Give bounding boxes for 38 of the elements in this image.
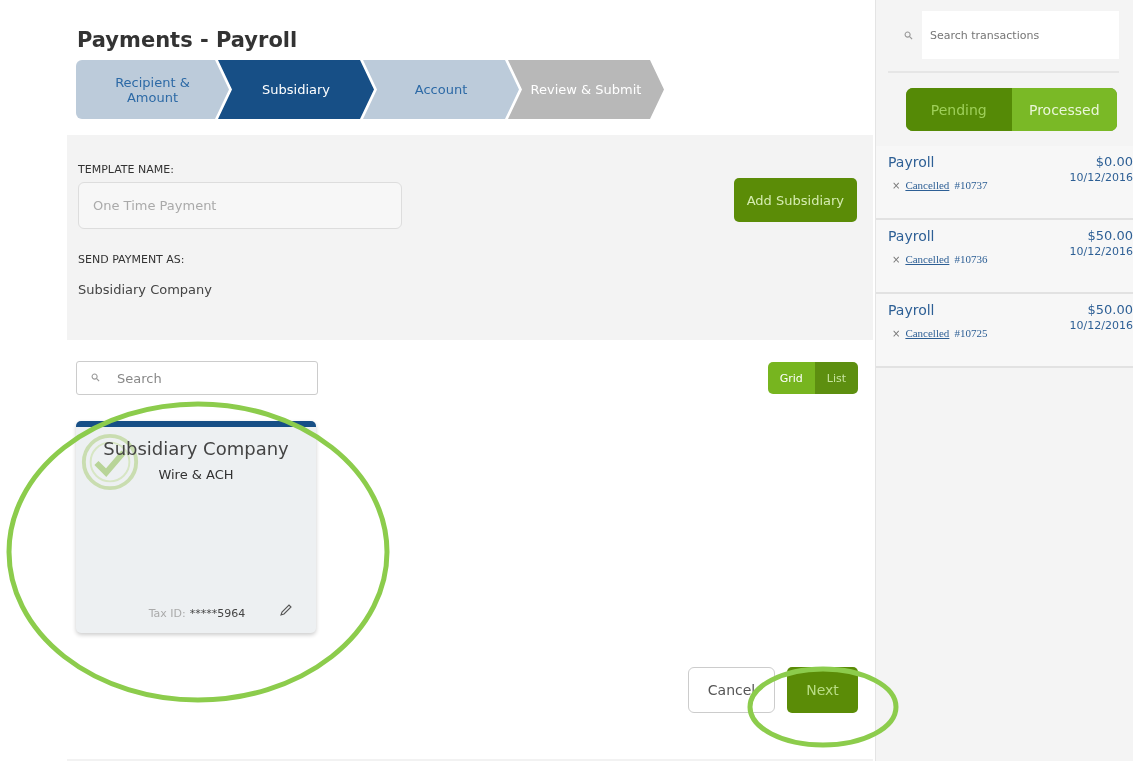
transaction-date: 10/12/2016 (1069, 171, 1133, 184)
pencil-icon[interactable] (279, 603, 294, 617)
template-name-field[interactable]: One Time Payment (78, 182, 402, 229)
transaction-date: 10/12/2016 (1069, 319, 1133, 332)
step-tab[interactable]: Recipient & Amount (76, 60, 229, 119)
search-field[interactable]: Search (76, 361, 318, 395)
transaction-amount: $0.00 (1095, 154, 1133, 169)
field-label: TEMPLATE NAME: (78, 163, 175, 176)
field-label: SEND PAYMENT AS: (78, 253, 186, 266)
close-icon: × (892, 179, 901, 191)
transaction-date: 10/12/2016 (1069, 245, 1133, 258)
status-link[interactable]: Cancelled (905, 253, 950, 265)
step-tab[interactable]: Subsidiary (218, 60, 374, 119)
step-tab[interactable]: Account (363, 60, 519, 119)
search-icon (91, 373, 100, 382)
transaction-title: Payroll (888, 154, 936, 170)
transaction-amount: $50.00 (1087, 228, 1133, 243)
status-link[interactable]: Cancelled (905, 179, 950, 191)
send-as-value: Subsidiary Company (78, 282, 213, 297)
search-icon (904, 30, 913, 40)
transaction-number: #10736 (954, 253, 988, 265)
card-title: Subsidiary Company (103, 438, 289, 459)
tax-id-label: Tax ID: (148, 606, 186, 620)
card-subtitle: Wire & ACH (158, 467, 234, 482)
transaction-number: #10737 (954, 179, 988, 191)
tax-id-value: *****5964 (189, 606, 246, 620)
close-icon: × (892, 253, 901, 265)
close-icon: × (892, 327, 901, 339)
transaction-title: Payroll (888, 302, 936, 318)
transaction-title: Payroll (888, 228, 936, 244)
cancel-button[interactable]: Cancel (688, 667, 775, 713)
transaction-number: #10725 (954, 327, 988, 339)
status-link[interactable]: Cancelled (905, 327, 950, 339)
page-title: Payments - Payroll (77, 27, 299, 54)
transaction-amount: $50.00 (1087, 302, 1133, 317)
search-field[interactable]: Search transactions (922, 11, 1119, 59)
add-subsidiary-button[interactable]: Add Subsidiary (733, 178, 857, 222)
subsidiary-card[interactable]: Subsidiary Company Wire & ACH Tax ID: *****5964 (76, 421, 316, 633)
